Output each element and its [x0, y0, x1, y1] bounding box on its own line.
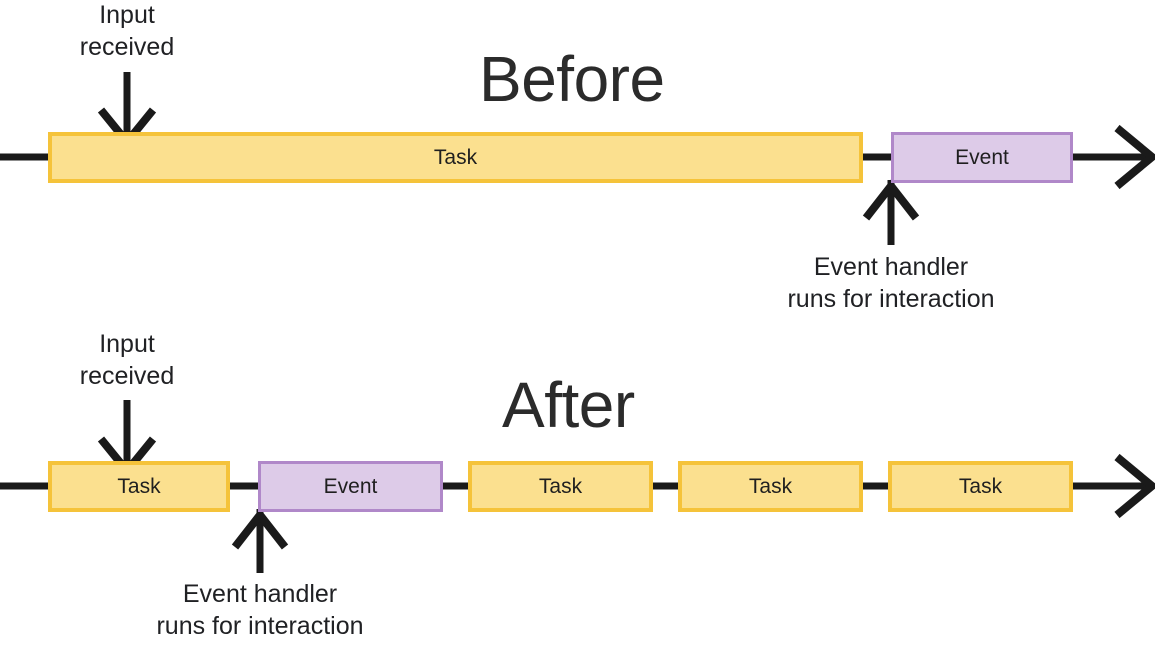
after-task-block-1-label: Task — [117, 475, 161, 498]
before-task-block[interactable]: Task — [48, 132, 863, 183]
after-event-handler-label: Event handler runs for interaction — [156, 580, 364, 640]
interaction-timeline-diagram: Before Input received Task Event Event h… — [0, 0, 1155, 647]
before-input-received-label: Input received — [79, 1, 175, 61]
after-task-block-3[interactable]: Task — [678, 461, 863, 512]
after-input-received-label: Input received — [79, 330, 175, 390]
after-task-block-4-label: Task — [958, 475, 1003, 498]
after-task-block-4[interactable]: Task — [888, 461, 1073, 512]
before-event-block-label: Event — [955, 146, 1009, 169]
before-event-block[interactable]: Event — [891, 132, 1073, 183]
after-task-block-1[interactable]: Task — [48, 461, 230, 512]
after-event-block-label: Event — [323, 475, 378, 498]
after-section-title: After — [502, 369, 635, 441]
after-task-block-2-label: Task — [538, 475, 583, 498]
after-task-block-2[interactable]: Task — [468, 461, 653, 512]
after-event-block[interactable]: Event — [258, 461, 443, 512]
before-section-title: Before — [479, 43, 665, 115]
after-task-block-3-label: Task — [748, 475, 793, 498]
before-event-handler-label: Event handler runs for interaction — [787, 253, 995, 313]
before-task-block-label: Task — [433, 146, 478, 169]
